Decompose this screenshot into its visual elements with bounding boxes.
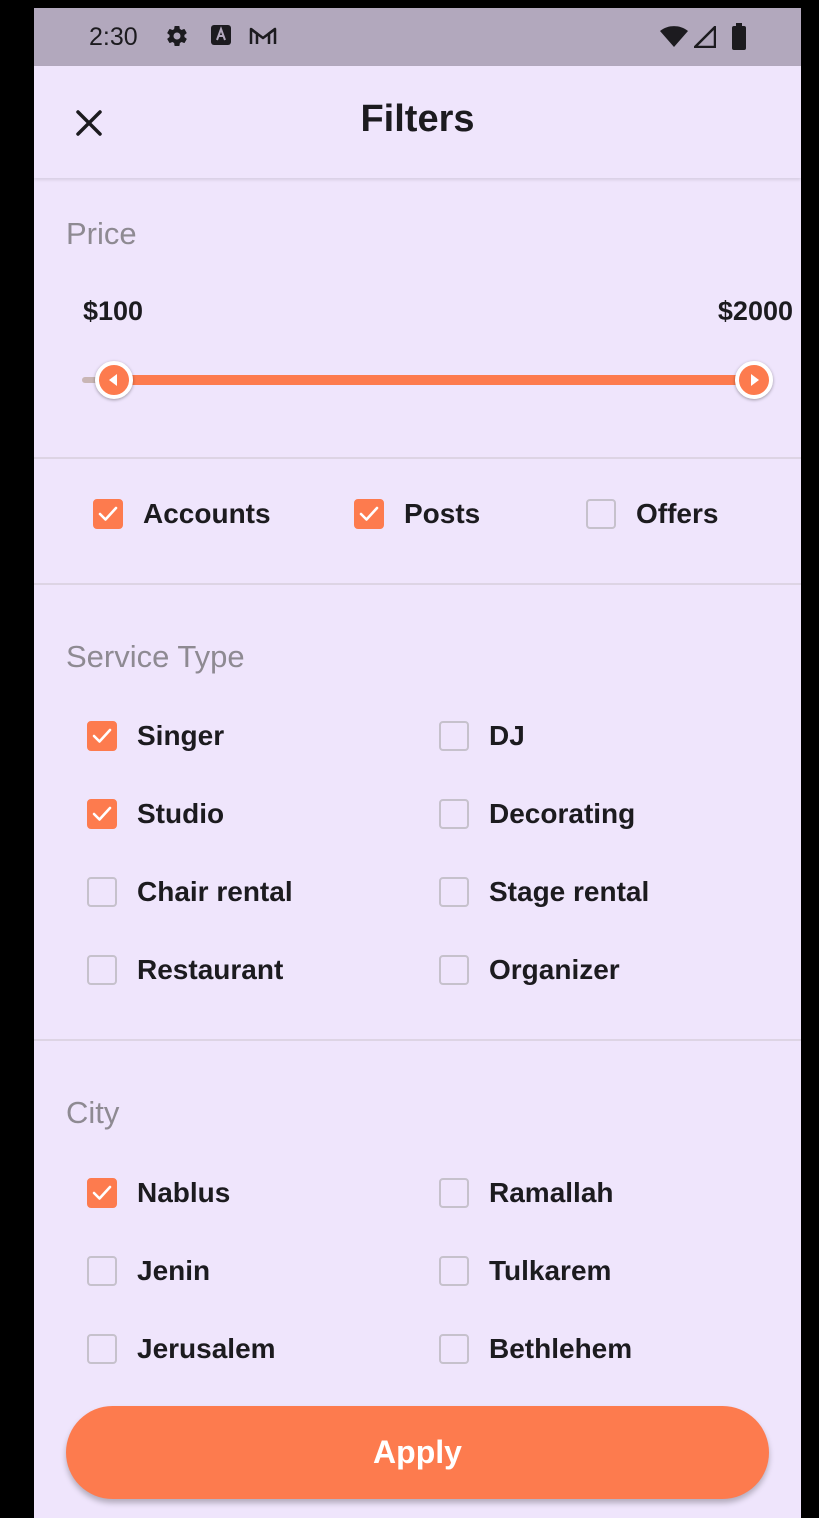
caret-right-icon [751,374,759,386]
checkbox-label: Restaurant [137,954,284,985]
service-option-chair-rental[interactable]: Chair rental [87,876,293,908]
city-option-tulkarem[interactable]: Tulkarem [439,1255,611,1287]
checkbox-label: Bethlehem [489,1333,633,1364]
checkbox[interactable] [354,499,384,529]
checkbox[interactable] [439,1256,469,1286]
signal-icon [693,25,717,53]
city-option-bethlehem[interactable]: Bethlehem [439,1333,632,1365]
checkbox-label: Accounts [143,498,271,529]
checkbox-label: Singer [137,720,225,751]
checkbox[interactable] [87,721,117,751]
city-option-nablus[interactable]: Nablus [87,1177,230,1209]
filter-posts[interactable]: Posts [354,498,480,530]
checkbox[interactable] [87,799,117,829]
apply-button-label: Apply [373,1434,462,1470]
checkbox[interactable] [93,499,123,529]
service-option-organizer[interactable]: Organizer [439,954,620,986]
divider [34,1039,801,1041]
checkbox-label: Chair rental [137,876,293,907]
gear-icon [165,24,189,53]
checkbox[interactable] [586,499,616,529]
city-section-label: City [66,1095,120,1130]
apply-button[interactable]: Apply [66,1406,769,1499]
checkbox-label: DJ [489,720,525,751]
wifi-icon [660,26,688,53]
service-option-decorating[interactable]: Decorating [439,798,635,830]
page-title: Filters [360,98,475,140]
checkbox-label: Decorating [489,798,636,829]
service-option-stage-rental[interactable]: Stage rental [439,876,649,908]
filter-offers[interactable]: Offers [586,498,718,530]
city-option-jenin[interactable]: Jenin [87,1255,210,1287]
status-time: 2:30 [89,23,138,51]
service-option-restaurant[interactable]: Restaurant [87,954,283,986]
service-option-dj[interactable]: DJ [439,720,525,752]
checkbox-label: Nablus [137,1177,231,1208]
a-notification-icon [210,24,232,51]
check-icon [359,506,379,521]
checkbox[interactable] [87,1256,117,1286]
checkbox[interactable] [87,1178,117,1208]
filters-screen: 2:30 Filters Price $100 $2000 Accounts P… [34,8,801,1518]
check-icon [92,728,112,743]
checkbox-label: Offers [636,498,719,529]
city-option-ramallah[interactable]: Ramallah [439,1177,614,1209]
checkbox[interactable] [87,955,117,985]
check-icon [92,1185,112,1200]
checkbox-label: Studio [137,798,225,829]
checkbox-label: Jenin [137,1255,211,1286]
status-bar: 2:30 [34,8,801,66]
checkbox[interactable] [439,721,469,751]
checkbox[interactable] [439,799,469,829]
check-icon [98,506,118,521]
checkbox-label: Tulkarem [489,1255,612,1286]
price-section-label: Price [66,216,137,251]
divider [34,583,801,585]
service-option-singer[interactable]: Singer [87,720,224,752]
checkbox[interactable] [439,1178,469,1208]
price-max-thumb[interactable] [735,361,773,399]
app-bar: Filters [34,66,801,178]
checkbox[interactable] [87,877,117,907]
filter-accounts[interactable]: Accounts [93,498,271,530]
checkbox[interactable] [439,955,469,985]
city-option-jerusalem[interactable]: Jerusalem [87,1333,276,1365]
battery-icon [731,23,747,56]
checkbox-label: Ramallah [489,1177,614,1208]
price-min-thumb[interactable] [95,361,133,399]
price-min-label: $100 [83,296,144,326]
price-slider-active-track[interactable] [114,375,754,385]
caret-left-icon [109,374,117,386]
service-type-section-label: Service Type [66,639,245,674]
checkbox-label: Organizer [489,954,620,985]
checkbox-label: Posts [404,498,481,529]
checkbox[interactable] [439,877,469,907]
checkbox[interactable] [439,1334,469,1364]
check-icon [92,806,112,821]
price-max-label: $2000 [717,296,793,326]
divider [34,457,801,459]
checkbox-label: Stage rental [489,876,650,907]
checkbox[interactable] [87,1334,117,1364]
gmail-icon [248,24,278,53]
service-option-studio[interactable]: Studio [87,798,224,830]
checkbox-label: Jerusalem [137,1333,276,1364]
